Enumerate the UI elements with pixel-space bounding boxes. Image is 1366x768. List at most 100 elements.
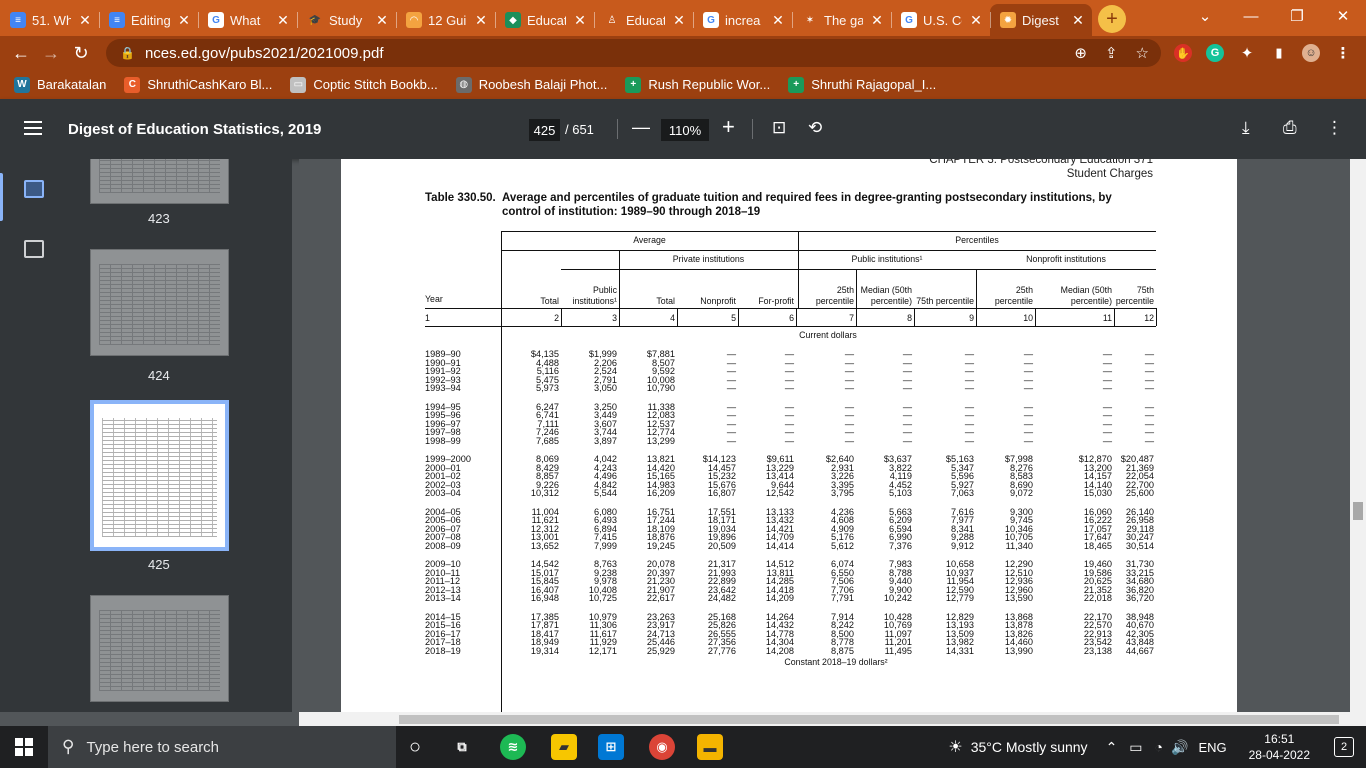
browser-tab[interactable]: ✶ The ga ✕ bbox=[792, 4, 891, 36]
scrollbar-thumb[interactable] bbox=[1353, 502, 1363, 520]
battery-icon[interactable]: ▭ bbox=[1129, 739, 1142, 756]
scrollbar-thumb[interactable] bbox=[399, 715, 1339, 724]
column-header: Total bbox=[656, 295, 675, 306]
thumbnails-view-icon[interactable] bbox=[24, 180, 44, 198]
volume-icon[interactable]: 🔊 bbox=[1171, 739, 1188, 756]
tab-close-icon[interactable]: ✕ bbox=[572, 12, 588, 29]
horizontal-scrollbar[interactable] bbox=[299, 712, 1350, 726]
vertical-scrollbar[interactable] bbox=[1350, 159, 1366, 726]
browser-tab[interactable]: ≡ 51. Wh ✕ bbox=[0, 4, 99, 36]
taskbar-search[interactable]: ⚲ Type here to search bbox=[48, 726, 396, 768]
chrome-icon[interactable]: ◉ bbox=[649, 734, 675, 760]
adblock-extension-icon[interactable]: ✋ bbox=[1174, 44, 1192, 62]
cortana-icon[interactable]: ○ bbox=[402, 734, 428, 760]
spotify-icon[interactable]: ≋ bbox=[500, 734, 526, 760]
public-inst-header: Public institutions¹ bbox=[851, 254, 923, 264]
browser-tab[interactable]: 🎓 Study ✕ bbox=[297, 4, 396, 36]
task-view-icon[interactable]: ⧉ bbox=[449, 734, 475, 760]
bookmark-item[interactable]: + Rush Republic Wor... bbox=[625, 76, 770, 93]
weather-text[interactable]: 35°C Mostly sunny bbox=[971, 739, 1088, 755]
zoom-input[interactable]: 110% bbox=[661, 119, 709, 141]
fit-page-icon[interactable]: ⊡ bbox=[772, 118, 786, 138]
chevron-up-icon[interactable]: ⌃ bbox=[1106, 739, 1118, 756]
browser-tab[interactable]: ♙ Educat ✕ bbox=[594, 4, 693, 36]
table-cell: 7,063 bbox=[951, 488, 974, 498]
page-number-input[interactable]: 425 bbox=[529, 119, 560, 141]
back-arrow-icon[interactable]: ← bbox=[6, 43, 36, 64]
browser-tab[interactable]: ≡ Editing ✕ bbox=[99, 4, 198, 36]
sticky-notes-icon[interactable]: ▰ bbox=[551, 734, 577, 760]
chevron-down-icon[interactable]: ⌄ bbox=[1182, 0, 1228, 32]
tab-close-icon[interactable]: ✕ bbox=[374, 12, 390, 29]
windows-start-icon[interactable] bbox=[15, 738, 33, 756]
menu-kebab-icon[interactable]: ⋮ bbox=[1334, 44, 1352, 62]
store-icon[interactable]: ⊞ bbox=[598, 734, 624, 760]
language-indicator[interactable]: ENG bbox=[1198, 740, 1226, 755]
browser-tab[interactable]: ✹ Digest ✕ bbox=[990, 4, 1092, 36]
table-cell: — bbox=[784, 435, 794, 446]
new-tab-button[interactable]: + bbox=[1098, 5, 1126, 33]
outline-view-icon[interactable] bbox=[24, 240, 44, 258]
share-icon[interactable]: ⇪ bbox=[1105, 44, 1118, 62]
browser-tab[interactable]: ◆ Educat ✕ bbox=[495, 4, 594, 36]
puzzle-extensions-icon[interactable]: ✦ bbox=[1238, 44, 1256, 62]
clock[interactable]: 16:51 28-04-2022 bbox=[1249, 731, 1310, 763]
more-options-icon[interactable]: ⋮ bbox=[1326, 118, 1343, 138]
menu-icon[interactable] bbox=[24, 121, 42, 135]
minimize-icon[interactable]: — bbox=[1228, 0, 1274, 32]
bookmark-item[interactable]: W Barakatalan bbox=[14, 76, 106, 93]
close-icon[interactable]: ✕ bbox=[1320, 0, 1366, 32]
bookmark-item[interactable]: C ShruthiCashKaro Bl... bbox=[124, 76, 272, 93]
page-thumbnail[interactable] bbox=[90, 249, 229, 356]
url-input[interactable]: 🔒 nces.ed.gov/pubs2021/2021009.pdf ⊕ ⇪ ☆ bbox=[106, 39, 1161, 67]
restore-icon[interactable]: ❐ bbox=[1274, 0, 1320, 32]
plus-bookmark-icon: + bbox=[788, 76, 805, 93]
table-cell: — bbox=[726, 383, 736, 393]
rotate-icon[interactable]: ⟲ bbox=[808, 118, 822, 138]
file-explorer-icon[interactable]: ▬ bbox=[697, 734, 723, 760]
side-panel-icon[interactable]: ▮ bbox=[1270, 44, 1288, 62]
wifi-icon[interactable]: ◔ bbox=[1155, 739, 1163, 755]
zoom-in-icon[interactable]: + bbox=[722, 114, 735, 140]
tab-close-icon[interactable]: ✕ bbox=[275, 12, 291, 29]
chapter-subline: Student Charges bbox=[1066, 168, 1153, 180]
tab-close-icon[interactable]: ✕ bbox=[473, 12, 489, 29]
print-icon[interactable]: ⎙ bbox=[1283, 118, 1297, 138]
browser-tab[interactable]: G What ✕ bbox=[198, 4, 297, 36]
page-thumbnail[interactable] bbox=[90, 159, 229, 204]
page-thumbnail[interactable] bbox=[90, 595, 229, 702]
cashkaro-icon: C bbox=[124, 76, 141, 93]
tab-close-icon[interactable]: ✕ bbox=[671, 12, 687, 29]
zoom-icon[interactable]: ⊕ bbox=[1074, 44, 1087, 62]
browser-tab[interactable]: ◠ 12 Gui ✕ bbox=[396, 4, 495, 36]
zoom-out-icon[interactable]: — bbox=[632, 117, 650, 138]
lock-icon[interactable]: 🔒 bbox=[120, 46, 135, 60]
profile-avatar[interactable]: ☺ bbox=[1302, 44, 1320, 62]
star-icon[interactable]: ☆ bbox=[1136, 44, 1149, 62]
tab-close-icon[interactable]: ✕ bbox=[968, 12, 984, 29]
bookmark-item[interactable]: ▭ Coptic Stitch Bookb... bbox=[290, 76, 438, 93]
browser-tab[interactable]: G U.S. Ce ✕ bbox=[891, 4, 990, 36]
tab-close-icon[interactable]: ✕ bbox=[770, 12, 786, 29]
column-number: 4 bbox=[670, 313, 675, 323]
plus-bookmark-icon: + bbox=[625, 76, 642, 93]
page-thumbnail-selected[interactable] bbox=[90, 400, 229, 551]
column-header: 25th percentile bbox=[994, 285, 1033, 306]
bookmark-label: Shruthi Rajagopal_I... bbox=[811, 77, 937, 92]
reload-icon[interactable]: ↻ bbox=[66, 43, 96, 64]
tab-close-icon[interactable]: ✕ bbox=[869, 12, 885, 29]
weather-icon[interactable]: ☀ bbox=[948, 737, 962, 757]
download-icon[interactable]: ⤓ bbox=[1242, 118, 1250, 138]
bookmark-item[interactable]: ◍ Roobesh Balaji Phot... bbox=[455, 76, 607, 93]
tab-close-icon[interactable]: ✕ bbox=[1070, 12, 1086, 29]
table-rule bbox=[914, 308, 915, 326]
bookmark-item[interactable]: + Shruthi Rajagopal_I... bbox=[788, 76, 937, 93]
notifications-icon[interactable]: 2 bbox=[1334, 737, 1354, 757]
pdf-viewer[interactable]: CHAPTER 3: Postsecondary Education 371 S… bbox=[299, 159, 1350, 712]
grammarly-extension-icon[interactable]: G bbox=[1206, 44, 1224, 62]
browser-tab[interactable]: Gincrea ✕ bbox=[693, 4, 792, 36]
tab-close-icon[interactable]: ✕ bbox=[176, 12, 192, 29]
tab-close-icon[interactable]: ✕ bbox=[77, 12, 93, 29]
forward-arrow-icon[interactable]: → bbox=[36, 43, 66, 64]
column-header: Median (50th percentile) bbox=[860, 285, 912, 306]
